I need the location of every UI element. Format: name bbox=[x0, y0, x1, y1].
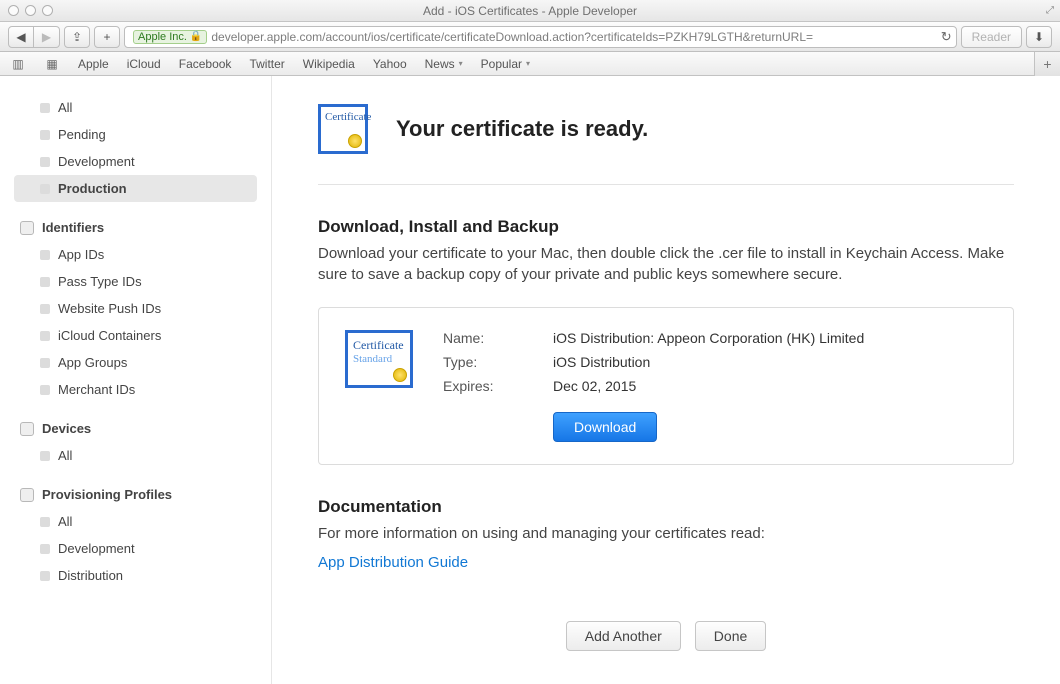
forward-button[interactable]: ▶ bbox=[34, 26, 60, 48]
window-titlebar: Add - iOS Certificates - Apple Developer… bbox=[0, 0, 1060, 22]
traffic-lights bbox=[8, 5, 53, 16]
bullet-icon bbox=[40, 304, 50, 314]
sidebar-group-devices: Devices All bbox=[14, 415, 257, 469]
certificate-card: Certificate Standard Name: iOS Distribut… bbox=[318, 307, 1014, 465]
sidebar-item-distribution-profiles[interactable]: Distribution bbox=[14, 562, 257, 589]
downloads-button[interactable]: ⬇ bbox=[1026, 26, 1052, 48]
download-section-title: Download, Install and Backup bbox=[318, 217, 1014, 237]
bullet-icon bbox=[40, 517, 50, 527]
bookmarks-book-icon[interactable]: ▥ bbox=[10, 57, 26, 71]
sidebar-head-profiles[interactable]: Provisioning Profiles bbox=[14, 481, 257, 508]
sidebar-item-development-profiles[interactable]: Development bbox=[14, 535, 257, 562]
main-content: Certificate Your certificate is ready. D… bbox=[272, 76, 1060, 684]
zoom-window-icon[interactable] bbox=[42, 5, 53, 16]
sidebar-item-production[interactable]: Production bbox=[14, 175, 257, 202]
sidebar-item-website-push-ids[interactable]: Website Push IDs bbox=[14, 295, 257, 322]
bullet-icon bbox=[40, 130, 50, 140]
value-expires: Dec 02, 2015 bbox=[553, 378, 864, 394]
sidebar-item-app-ids[interactable]: App IDs bbox=[14, 241, 257, 268]
bookmark-yahoo[interactable]: Yahoo bbox=[373, 57, 407, 71]
done-button[interactable]: Done bbox=[695, 621, 766, 651]
documentation-title: Documentation bbox=[318, 497, 1014, 517]
url-text: developer.apple.com/account/ios/certific… bbox=[211, 30, 813, 44]
certificate-icon: Certificate bbox=[318, 104, 368, 154]
sidebar-item-development-certs[interactable]: Development bbox=[14, 148, 257, 175]
add-another-button[interactable]: Add Another bbox=[566, 621, 681, 651]
chevron-down-icon: ▾ bbox=[459, 59, 463, 68]
bullet-icon bbox=[40, 571, 50, 581]
reload-icon[interactable]: ↻ bbox=[941, 29, 952, 45]
bookmark-twitter[interactable]: Twitter bbox=[249, 57, 284, 71]
bullet-icon bbox=[40, 358, 50, 368]
sidebar-item-app-groups[interactable]: App Groups bbox=[14, 349, 257, 376]
chevron-down-icon: ▾ bbox=[526, 59, 530, 68]
footer-buttons: Add Another Done bbox=[318, 601, 1014, 671]
share-button[interactable]: ⇪ bbox=[64, 26, 90, 48]
bookmarks-bar: ▥ ▦ Apple iCloud Facebook Twitter Wikipe… bbox=[0, 52, 1060, 76]
label-expires: Expires: bbox=[443, 378, 523, 394]
sidebar-item-all-certs[interactable]: All bbox=[14, 94, 257, 121]
cert-ready-header: Certificate Your certificate is ready. bbox=[318, 94, 1014, 185]
bookmark-facebook[interactable]: Facebook bbox=[179, 57, 232, 71]
seal-icon bbox=[348, 134, 362, 148]
device-icon bbox=[20, 422, 34, 436]
bullet-icon bbox=[40, 544, 50, 554]
seal-icon bbox=[393, 368, 407, 382]
label-type: Type: bbox=[443, 354, 523, 370]
bookmark-icloud[interactable]: iCloud bbox=[127, 57, 161, 71]
sidebar: All Pending Development Production Ident… bbox=[0, 76, 272, 684]
lock-icon: 🔒 bbox=[190, 31, 202, 42]
bullet-icon bbox=[40, 331, 50, 341]
download-section-body: Download your certificate to your Mac, t… bbox=[318, 243, 1014, 285]
label-name: Name: bbox=[443, 330, 523, 346]
certificate-standard-icon: Certificate Standard bbox=[345, 330, 413, 388]
sidebar-head-devices[interactable]: Devices bbox=[14, 415, 257, 442]
topsites-grid-icon[interactable]: ▦ bbox=[44, 57, 60, 71]
sidebar-item-merchant-ids[interactable]: Merchant IDs bbox=[14, 376, 257, 403]
app-distribution-guide-link[interactable]: App Distribution Guide bbox=[318, 554, 468, 571]
close-window-icon[interactable] bbox=[8, 5, 19, 16]
bookmark-apple[interactable]: Apple bbox=[78, 57, 109, 71]
bullet-icon bbox=[40, 103, 50, 113]
bullet-icon bbox=[40, 385, 50, 395]
documentation-body: For more information on using and managi… bbox=[318, 523, 1014, 544]
sidebar-group-identifiers: Identifiers App IDs Pass Type IDs Websit… bbox=[14, 214, 257, 403]
add-bookmark-button[interactable]: + bbox=[94, 26, 120, 48]
back-button[interactable]: ◀ bbox=[8, 26, 34, 48]
minimize-window-icon[interactable] bbox=[25, 5, 36, 16]
bookmark-news[interactable]: News▾ bbox=[425, 57, 463, 71]
sidebar-head-identifiers[interactable]: Identifiers bbox=[14, 214, 257, 241]
sidebar-group-profiles: Provisioning Profiles All Development Di… bbox=[14, 481, 257, 589]
cert-ready-title: Your certificate is ready. bbox=[396, 116, 648, 142]
bookmark-wikipedia[interactable]: Wikipedia bbox=[303, 57, 355, 71]
bullet-icon bbox=[40, 277, 50, 287]
window-title: Add - iOS Certificates - Apple Developer bbox=[0, 4, 1060, 18]
sidebar-group-certificates: All Pending Development Production bbox=[14, 94, 257, 202]
browser-toolbar: ◀ ▶ ⇪ + Apple Inc.🔒 developer.apple.com/… bbox=[0, 22, 1060, 52]
cert-details: Name: iOS Distribution: Appeon Corporati… bbox=[443, 330, 864, 442]
sidebar-item-all-devices[interactable]: All bbox=[14, 442, 257, 469]
address-bar[interactable]: Apple Inc.🔒 developer.apple.com/account/… bbox=[124, 26, 957, 48]
fullscreen-icon[interactable]: ⤢ bbox=[1046, 5, 1054, 16]
bookmark-popular[interactable]: Popular▾ bbox=[481, 57, 530, 71]
sidebar-item-pass-type-ids[interactable]: Pass Type IDs bbox=[14, 268, 257, 295]
ssl-badge[interactable]: Apple Inc.🔒 bbox=[133, 30, 207, 44]
nav-group: ◀ ▶ bbox=[8, 26, 60, 48]
profile-icon bbox=[20, 488, 34, 502]
sidebar-item-pending[interactable]: Pending bbox=[14, 121, 257, 148]
sidebar-item-all-profiles[interactable]: All bbox=[14, 508, 257, 535]
sidebar-item-icloud-containers[interactable]: iCloud Containers bbox=[14, 322, 257, 349]
bullet-icon bbox=[40, 184, 50, 194]
value-name: iOS Distribution: Appeon Corporation (HK… bbox=[553, 330, 864, 346]
id-badge-icon bbox=[20, 221, 34, 235]
bullet-icon bbox=[40, 157, 50, 167]
new-tab-button[interactable]: + bbox=[1034, 52, 1060, 76]
download-button[interactable]: Download bbox=[553, 412, 657, 442]
value-type: iOS Distribution bbox=[553, 354, 864, 370]
reader-button[interactable]: Reader bbox=[961, 26, 1022, 48]
bullet-icon bbox=[40, 451, 50, 461]
bullet-icon bbox=[40, 250, 50, 260]
page: All Pending Development Production Ident… bbox=[0, 76, 1060, 684]
